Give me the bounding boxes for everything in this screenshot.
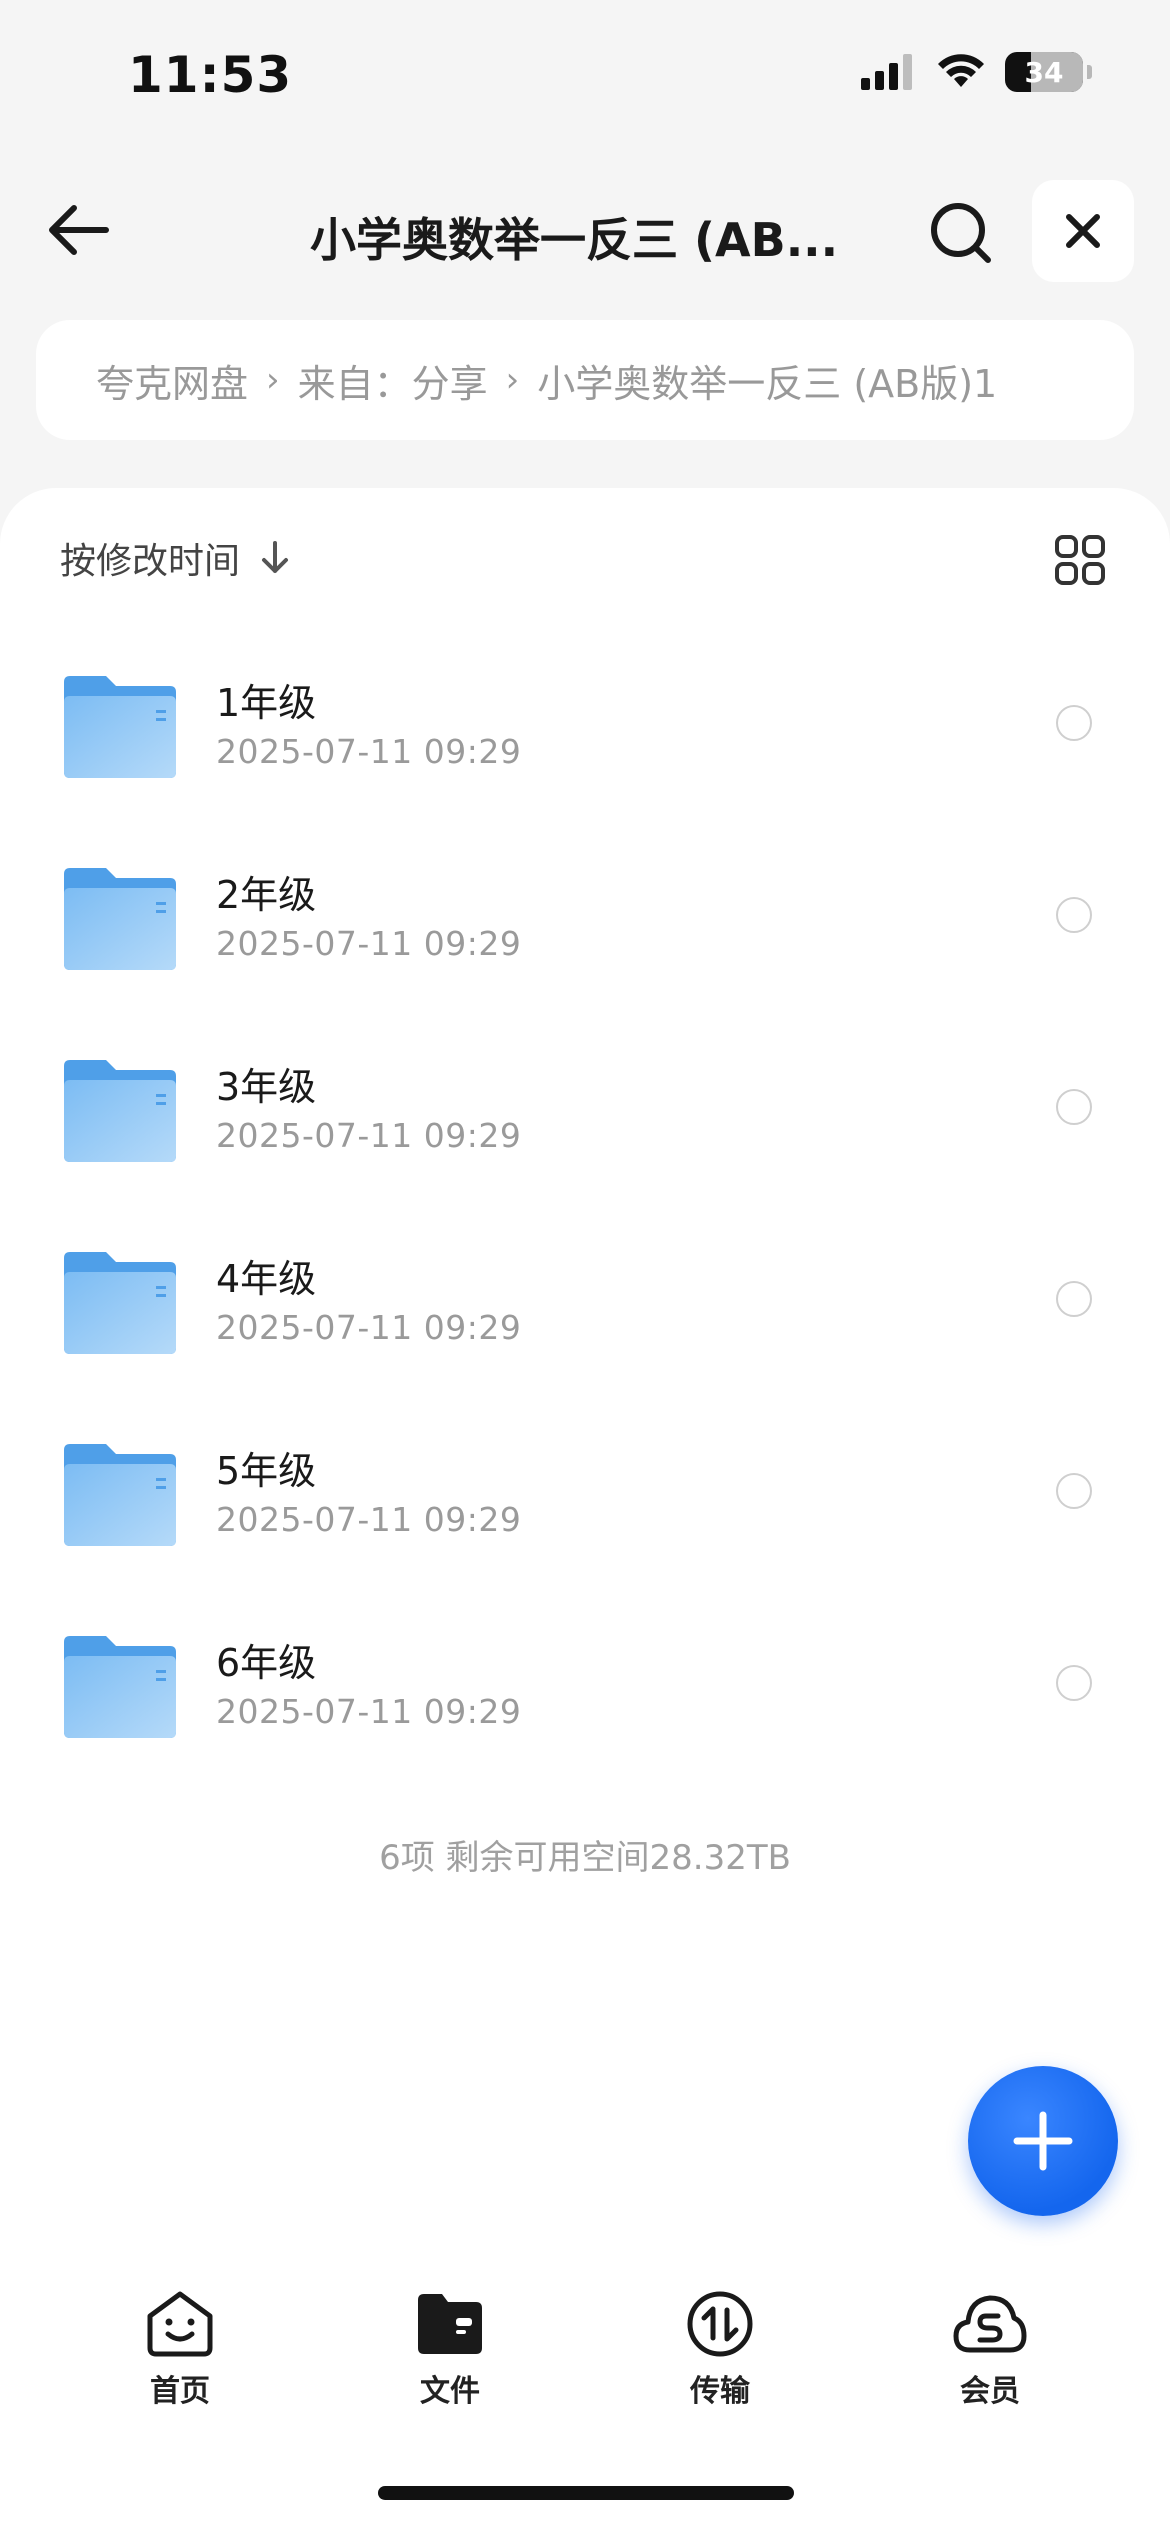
breadcrumb: 夸克网盘 › 来自：分享 › 小学奥数举一反三 (AB版)1 bbox=[36, 320, 1134, 440]
select-radio[interactable] bbox=[1056, 1281, 1092, 1317]
file-date: 2025-07-11 09:29 bbox=[216, 1116, 522, 1155]
search-icon bbox=[931, 203, 991, 263]
list-item[interactable]: 2年级 2025-07-11 09:29 bbox=[0, 840, 1170, 1032]
sort-label: 按修改时间 bbox=[60, 541, 241, 582]
file-list: 1年级 2025-07-11 09:29 2年级 2025-07-11 09:2… bbox=[0, 648, 1170, 1800]
storage-summary: 6项 剩余可用空间28.32TB bbox=[379, 1838, 791, 1878]
home-face-icon bbox=[147, 2291, 213, 2357]
close-icon bbox=[1066, 214, 1100, 248]
list-item[interactable]: 4年级 2025-07-11 09:29 bbox=[0, 1224, 1170, 1416]
tab-member[interactable]: 会员 bbox=[910, 2290, 1070, 2410]
breadcrumb-separator: › bbox=[505, 360, 520, 400]
tab-label: 文件 bbox=[420, 2374, 480, 2409]
folder-icon bbox=[64, 1444, 176, 1546]
close-button[interactable] bbox=[1032, 180, 1134, 282]
tab-label: 传输 bbox=[690, 2374, 750, 2409]
file-name: 6年级 bbox=[216, 1641, 317, 1685]
select-radio[interactable] bbox=[1056, 1665, 1092, 1701]
plus-icon bbox=[1013, 2111, 1073, 2171]
file-name: 5年级 bbox=[216, 1449, 317, 1493]
arrow-down-icon bbox=[262, 541, 289, 573]
grid-view-icon bbox=[1055, 535, 1105, 585]
breadcrumb-separator: › bbox=[266, 360, 280, 400]
file-name: 2年级 bbox=[216, 873, 317, 917]
signal-icon bbox=[861, 54, 912, 90]
battery-tip bbox=[1087, 65, 1092, 79]
status-time: 11:53 bbox=[128, 46, 293, 104]
grid-view-button[interactable] bbox=[1054, 534, 1106, 586]
file-date: 2025-07-11 09:29 bbox=[216, 1500, 522, 1539]
arrow-left-icon bbox=[49, 205, 109, 255]
file-date: 2025-07-11 09:29 bbox=[216, 924, 522, 963]
status-bar: 11:53 34 bbox=[0, 0, 1170, 150]
file-date: 2025-07-11 09:29 bbox=[216, 1692, 522, 1731]
folder-icon bbox=[64, 676, 176, 778]
file-name: 1年级 bbox=[216, 681, 317, 725]
list-item[interactable]: 6年级 2025-07-11 09:29 bbox=[0, 1608, 1170, 1800]
cloud-member-icon bbox=[953, 2295, 1027, 2353]
breadcrumb-item-root[interactable]: 夸克网盘 bbox=[96, 353, 248, 408]
transfer-icon bbox=[687, 2291, 753, 2357]
battery-percent: 34 bbox=[1024, 55, 1064, 89]
tab-transfer[interactable]: 传输 bbox=[640, 2290, 800, 2410]
list-item[interactable]: 3年级 2025-07-11 09:29 bbox=[0, 1032, 1170, 1224]
folder-icon bbox=[418, 2294, 482, 2354]
tab-label: 首页 bbox=[150, 2374, 210, 2409]
home-indicator[interactable] bbox=[378, 2486, 794, 2500]
tab-files[interactable]: 文件 bbox=[370, 2290, 530, 2410]
tab-bar: 首页 文件 传输 会员 bbox=[0, 2280, 1170, 2430]
breadcrumb-item-share[interactable]: 来自：分享 bbox=[298, 353, 488, 408]
search-button[interactable] bbox=[926, 198, 996, 268]
status-icons: 34 bbox=[861, 52, 1092, 92]
select-radio[interactable] bbox=[1056, 1089, 1092, 1125]
select-radio[interactable] bbox=[1056, 897, 1092, 933]
folder-icon bbox=[64, 1252, 176, 1354]
select-radio[interactable] bbox=[1056, 1473, 1092, 1509]
battery-indicator: 34 bbox=[1005, 52, 1083, 92]
file-date: 2025-07-11 09:29 bbox=[216, 1308, 522, 1347]
file-list-sheet: 按修改时间 1年级 2025-07-11 09:29 2年级 2025-07-1… bbox=[0, 488, 1170, 2532]
list-item[interactable]: 5年级 2025-07-11 09:29 bbox=[0, 1416, 1170, 1608]
folder-icon bbox=[64, 1636, 176, 1738]
sort-button[interactable]: 按修改时间 bbox=[60, 532, 290, 584]
file-name: 3年级 bbox=[216, 1065, 317, 1109]
file-name: 4年级 bbox=[216, 1257, 317, 1301]
list-item[interactable]: 1年级 2025-07-11 09:29 bbox=[0, 648, 1170, 840]
nav-bar: 小学奥数举一反三 (AB... bbox=[0, 170, 1170, 290]
add-button[interactable] bbox=[968, 2066, 1118, 2216]
tab-home[interactable]: 首页 bbox=[100, 2290, 260, 2410]
tab-label: 会员 bbox=[960, 2374, 1020, 2409]
folder-icon bbox=[64, 868, 176, 970]
wifi-icon bbox=[938, 54, 984, 87]
folder-icon bbox=[64, 1060, 176, 1162]
back-button[interactable] bbox=[44, 200, 114, 260]
page-title: 小学奥数举一反三 (AB... bbox=[310, 213, 839, 267]
breadcrumb-item-current[interactable]: 小学奥数举一反三 (AB版)1 bbox=[537, 353, 997, 408]
select-radio[interactable] bbox=[1056, 705, 1092, 741]
file-date: 2025-07-11 09:29 bbox=[216, 732, 522, 771]
